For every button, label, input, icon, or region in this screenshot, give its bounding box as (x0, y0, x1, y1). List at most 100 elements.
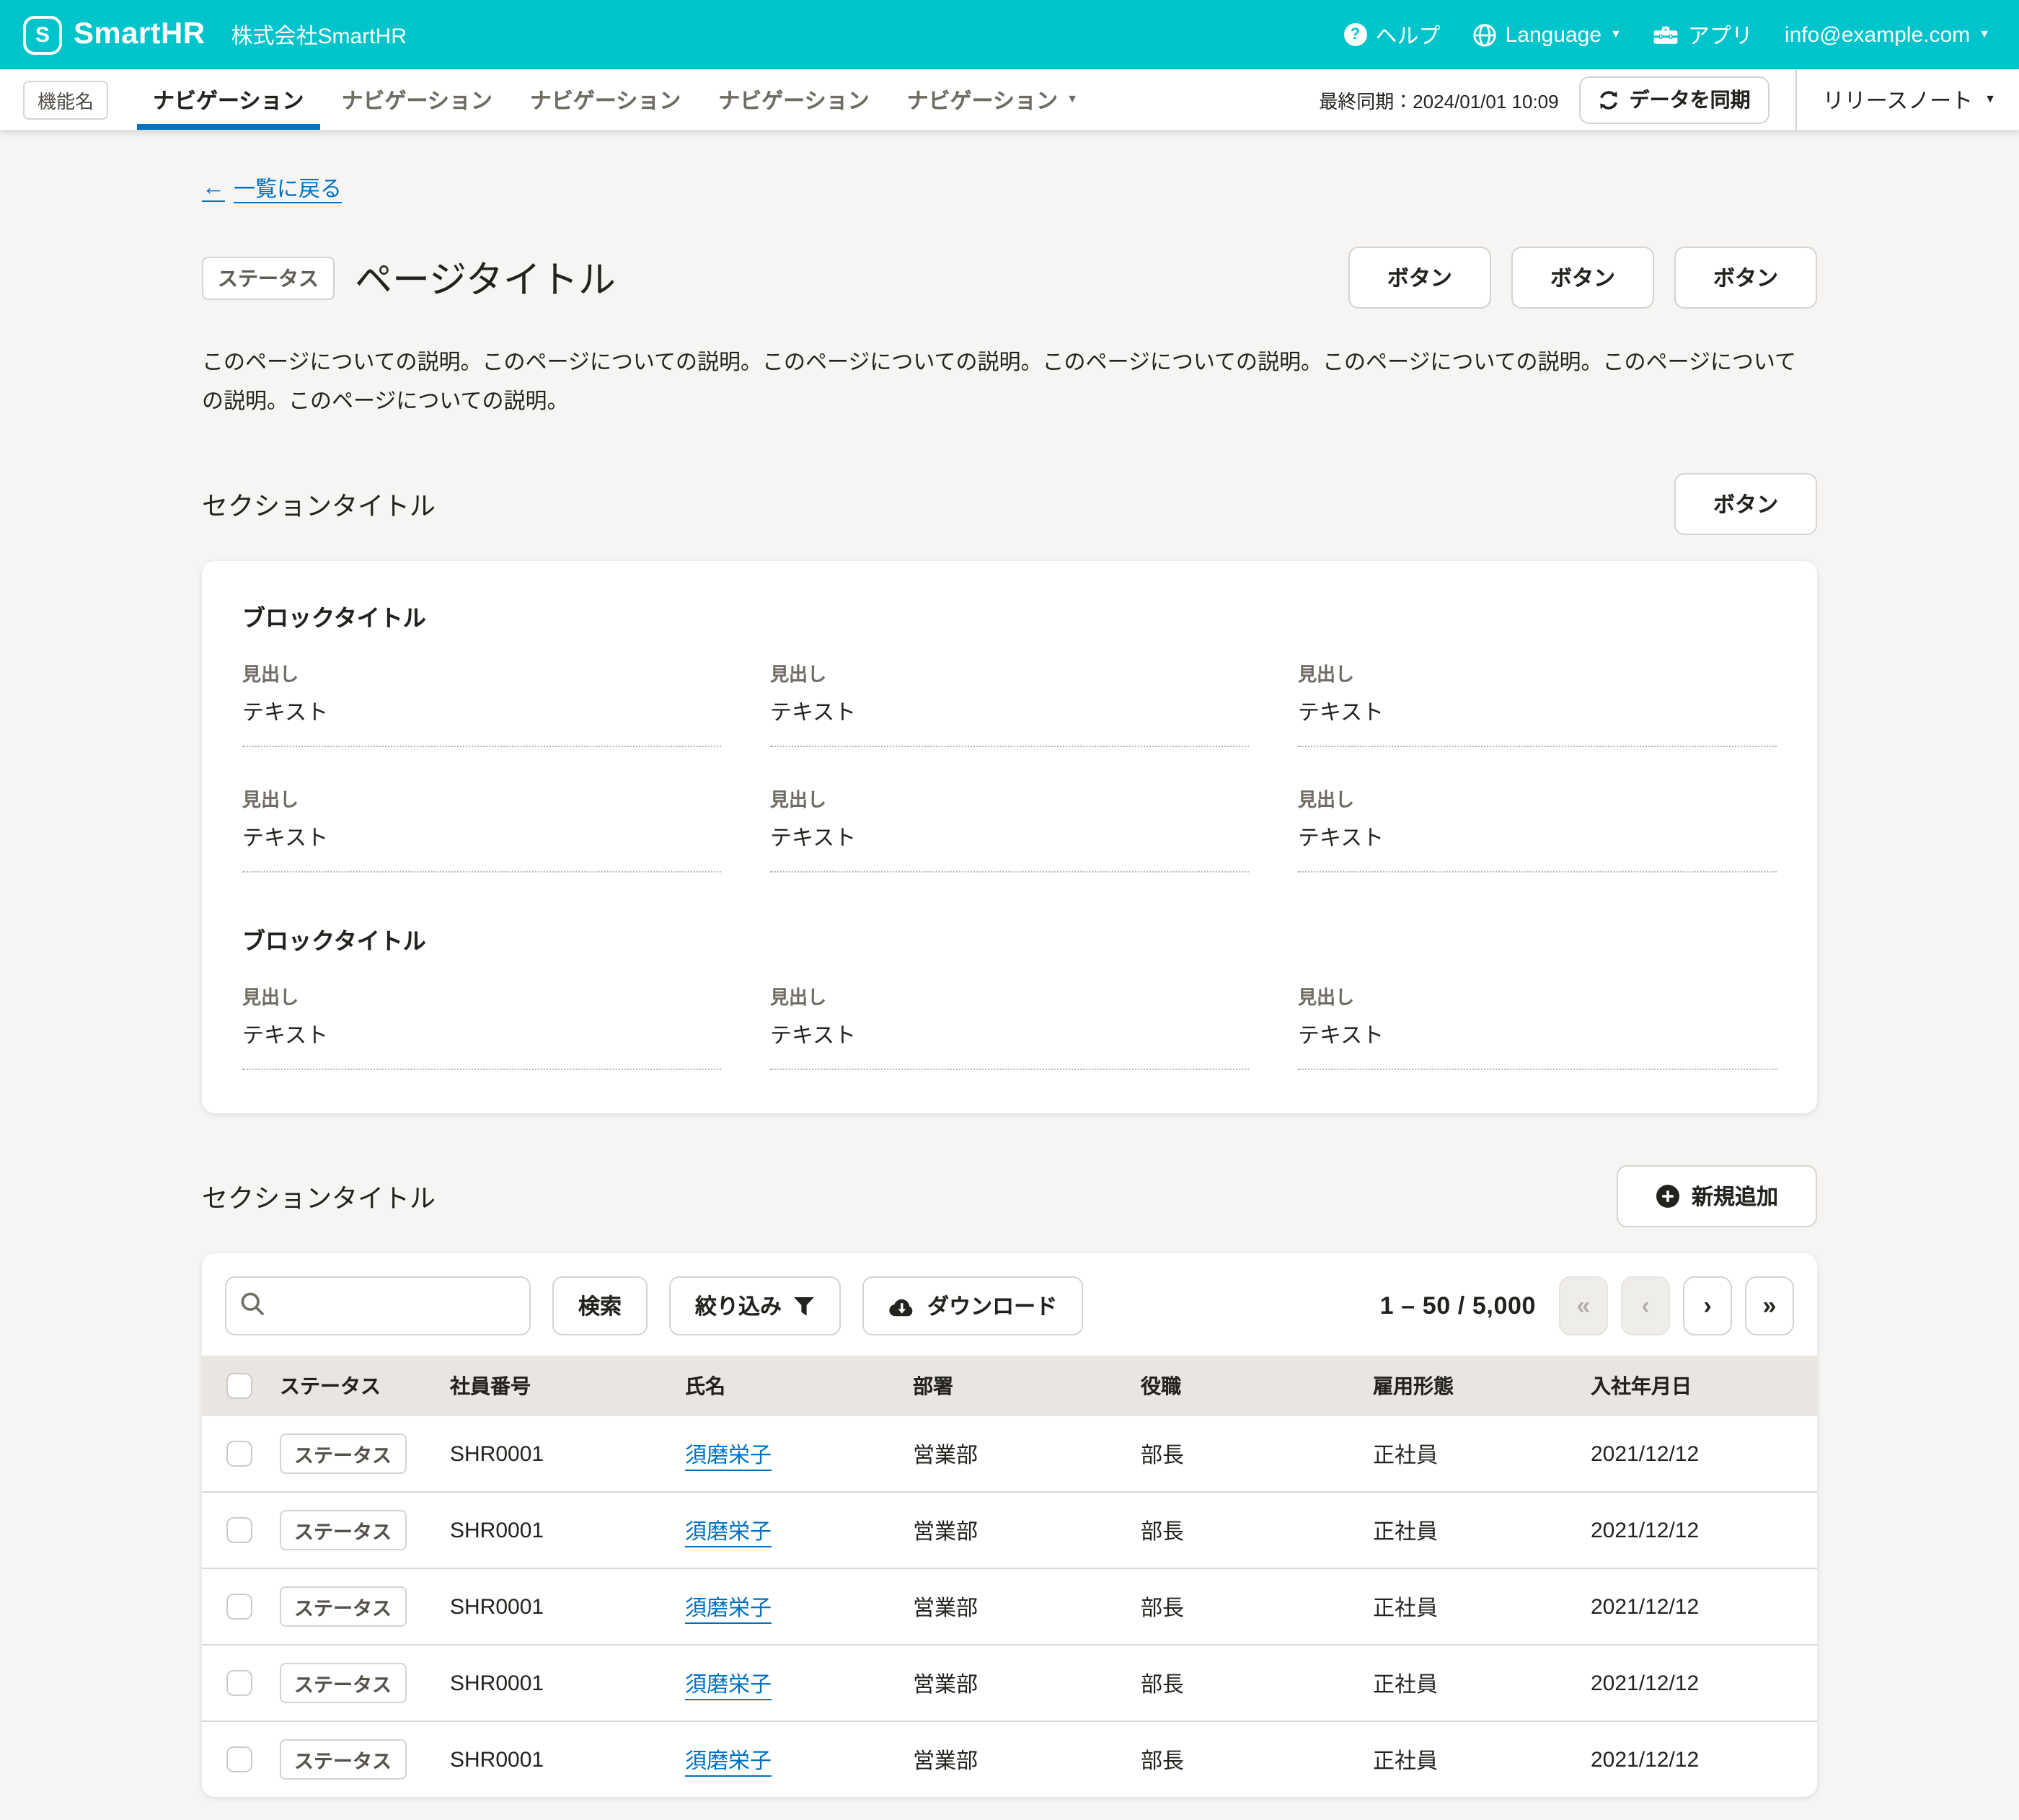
employment-type-cell: 正社員 (1361, 1568, 1579, 1645)
employee-name-link[interactable]: 須磨栄子 (685, 1519, 772, 1544)
page-description: このページについての説明。このページについての説明。このページについての説明。こ… (202, 343, 1817, 421)
employee-name-link[interactable]: 須磨栄子 (685, 1672, 772, 1697)
sync-data-button[interactable]: データを同期 (1579, 76, 1770, 123)
field: 見出し テキスト (242, 982, 721, 1070)
position-cell: 部長 (1129, 1645, 1361, 1721)
info-card: ブロックタイトル 見出し テキスト 見出し テキスト 見出し テキスト 見出し … (202, 561, 1817, 1113)
field: 見出し テキスト (770, 785, 1249, 873)
page-title: ページタイトル (355, 251, 616, 304)
next-page-button[interactable]: › (1683, 1276, 1732, 1335)
search-input[interactable] (225, 1276, 531, 1335)
field-value: テキスト (770, 697, 1249, 747)
employee-id-cell: SHR0001 (438, 1568, 673, 1645)
hire-date-cell: 2021/12/12 (1579, 1721, 1817, 1797)
table-row: ステータス SHR0001 須磨栄子 営業部 部長 正社員 2021/12/12 (202, 1492, 1817, 1568)
employee-table-card: 検索 絞り込み ダウンロード 1 – 50 / 5,000 « (202, 1253, 1817, 1797)
help-icon: ? (1344, 23, 1367, 46)
nav-tab-1[interactable]: ナビゲーション (134, 69, 322, 130)
employee-id-cell: SHR0001 (438, 1721, 673, 1797)
field-label: 見出し (770, 659, 1249, 686)
app-header: S SmartHR 株式会社SmartHR ? ヘルプ Language ▼ ア… (0, 0, 2019, 69)
position-cell: 部長 (1129, 1416, 1361, 1492)
employee-id-cell: SHR0001 (438, 1645, 673, 1721)
department-cell: 営業部 (901, 1568, 1129, 1645)
employment-type-cell: 正社員 (1361, 1492, 1579, 1568)
page-action-button-3[interactable]: ボタン (1674, 247, 1817, 309)
previous-page-button[interactable]: ‹ (1621, 1276, 1670, 1335)
account-menu[interactable]: info@example.com ▼ (1785, 22, 1990, 47)
apps-label: アプリ (1688, 19, 1753, 50)
column-header-status: ステータス (268, 1356, 438, 1416)
table-row: ステータス SHR0001 須磨栄子 営業部 部長 正社員 2021/12/12 (202, 1645, 1817, 1721)
apps-menu[interactable]: アプリ (1653, 19, 1753, 50)
row-status-badge: ステータス (280, 1739, 406, 1780)
column-header-employment-type: 雇用形態 (1361, 1356, 1579, 1416)
table-row: ステータス SHR0001 須磨栄子 営業部 部長 正社員 2021/12/12 (202, 1568, 1817, 1645)
search-button[interactable]: 検索 (552, 1276, 648, 1335)
position-cell: 部長 (1129, 1492, 1361, 1568)
row-checkbox[interactable] (226, 1441, 252, 1467)
first-page-button[interactable]: « (1559, 1276, 1608, 1335)
employee-id-cell: SHR0001 (438, 1492, 673, 1568)
page-action-button-2[interactable]: ボタン (1511, 247, 1654, 309)
download-button[interactable]: ダウンロード (862, 1276, 1083, 1335)
language-menu[interactable]: Language ▼ (1472, 22, 1622, 47)
field: 見出し テキスト (1298, 982, 1777, 1070)
field: 見出し テキスト (242, 659, 721, 747)
section1-header: セクションタイトル ボタン (202, 473, 1817, 535)
app-navigation: 機能名 ナビゲーション ナビゲーション ナビゲーション ナビゲーション ナビゲー… (0, 69, 2019, 130)
row-checkbox[interactable] (226, 1746, 252, 1772)
hire-date-cell: 2021/12/12 (1579, 1416, 1817, 1492)
position-cell: 部長 (1129, 1721, 1361, 1797)
chevron-down-icon: ▼ (1979, 29, 1990, 40)
last-page-button[interactable]: » (1745, 1276, 1794, 1335)
nav-tab-3[interactable]: ナビゲーション (511, 69, 699, 130)
chevron-down-icon: ▼ (1984, 94, 1996, 105)
status-badge: ステータス (202, 256, 335, 299)
plus-circle-icon (1656, 1184, 1680, 1209)
field-label: 見出し (1298, 982, 1777, 1010)
filter-funnel-icon (793, 1296, 815, 1316)
section1-title: セクションタイトル (202, 485, 436, 523)
help-label: ヘルプ (1376, 19, 1441, 50)
row-checkbox[interactable] (226, 1517, 252, 1543)
department-cell: 営業部 (901, 1645, 1129, 1721)
release-notes-menu[interactable]: リリースノート ▼ (1795, 69, 1996, 130)
employee-name-link[interactable]: 須磨栄子 (685, 1596, 772, 1620)
row-status-badge: ステータス (280, 1586, 406, 1627)
page-action-button-1[interactable]: ボタン (1348, 247, 1491, 309)
page-header: ステータス ページタイトル ボタン ボタン ボタン (202, 247, 1817, 309)
field-value: テキスト (242, 1020, 721, 1070)
row-checkbox[interactable] (226, 1594, 252, 1620)
language-label: Language (1506, 22, 1602, 47)
add-new-button[interactable]: 新規追加 (1617, 1165, 1817, 1227)
employee-name-link[interactable]: 須磨栄子 (685, 1443, 772, 1467)
field-value: テキスト (770, 822, 1249, 873)
page-root: S SmartHR 株式会社SmartHR ? ヘルプ Language ▼ ア… (0, 0, 2019, 1820)
field-value: テキスト (770, 1020, 1249, 1070)
block2-fields: 見出し テキスト 見出し テキスト 見出し テキスト (242, 982, 1777, 1070)
employment-type-cell: 正社員 (1361, 1721, 1579, 1797)
section2-header: セクションタイトル 新規追加 (202, 1165, 1817, 1227)
nav-tab-4[interactable]: ナビゲーション (699, 69, 888, 130)
column-header-department: 部署 (901, 1356, 1129, 1416)
section1-button[interactable]: ボタン (1674, 473, 1817, 535)
field-label: 見出し (770, 785, 1249, 812)
employee-name-link[interactable]: 須磨栄子 (685, 1749, 772, 1773)
nav-tab-5[interactable]: ナビゲーション▼ (888, 69, 1097, 130)
select-all-checkbox[interactable] (226, 1373, 252, 1399)
field-value: テキスト (242, 697, 721, 747)
row-checkbox[interactable] (226, 1670, 252, 1696)
row-status-badge: ステータス (280, 1663, 406, 1703)
nav-tab-2[interactable]: ナビゲーション (322, 69, 511, 130)
smarthr-logo[interactable]: S SmartHR (23, 15, 206, 54)
column-header-employee-id: 社員番号 (438, 1356, 673, 1416)
field: 見出し テキスト (242, 785, 721, 873)
filter-button[interactable]: 絞り込み (669, 1276, 841, 1335)
hire-date-cell: 2021/12/12 (1579, 1492, 1817, 1568)
back-to-list-link[interactable]: ← 一覧に戻る (202, 173, 342, 203)
section2-title: セクションタイトル (202, 1178, 436, 1215)
pagination-controls: « ‹ › » (1559, 1276, 1794, 1335)
refresh-icon (1598, 89, 1620, 110)
help-menu[interactable]: ? ヘルプ (1344, 19, 1441, 50)
